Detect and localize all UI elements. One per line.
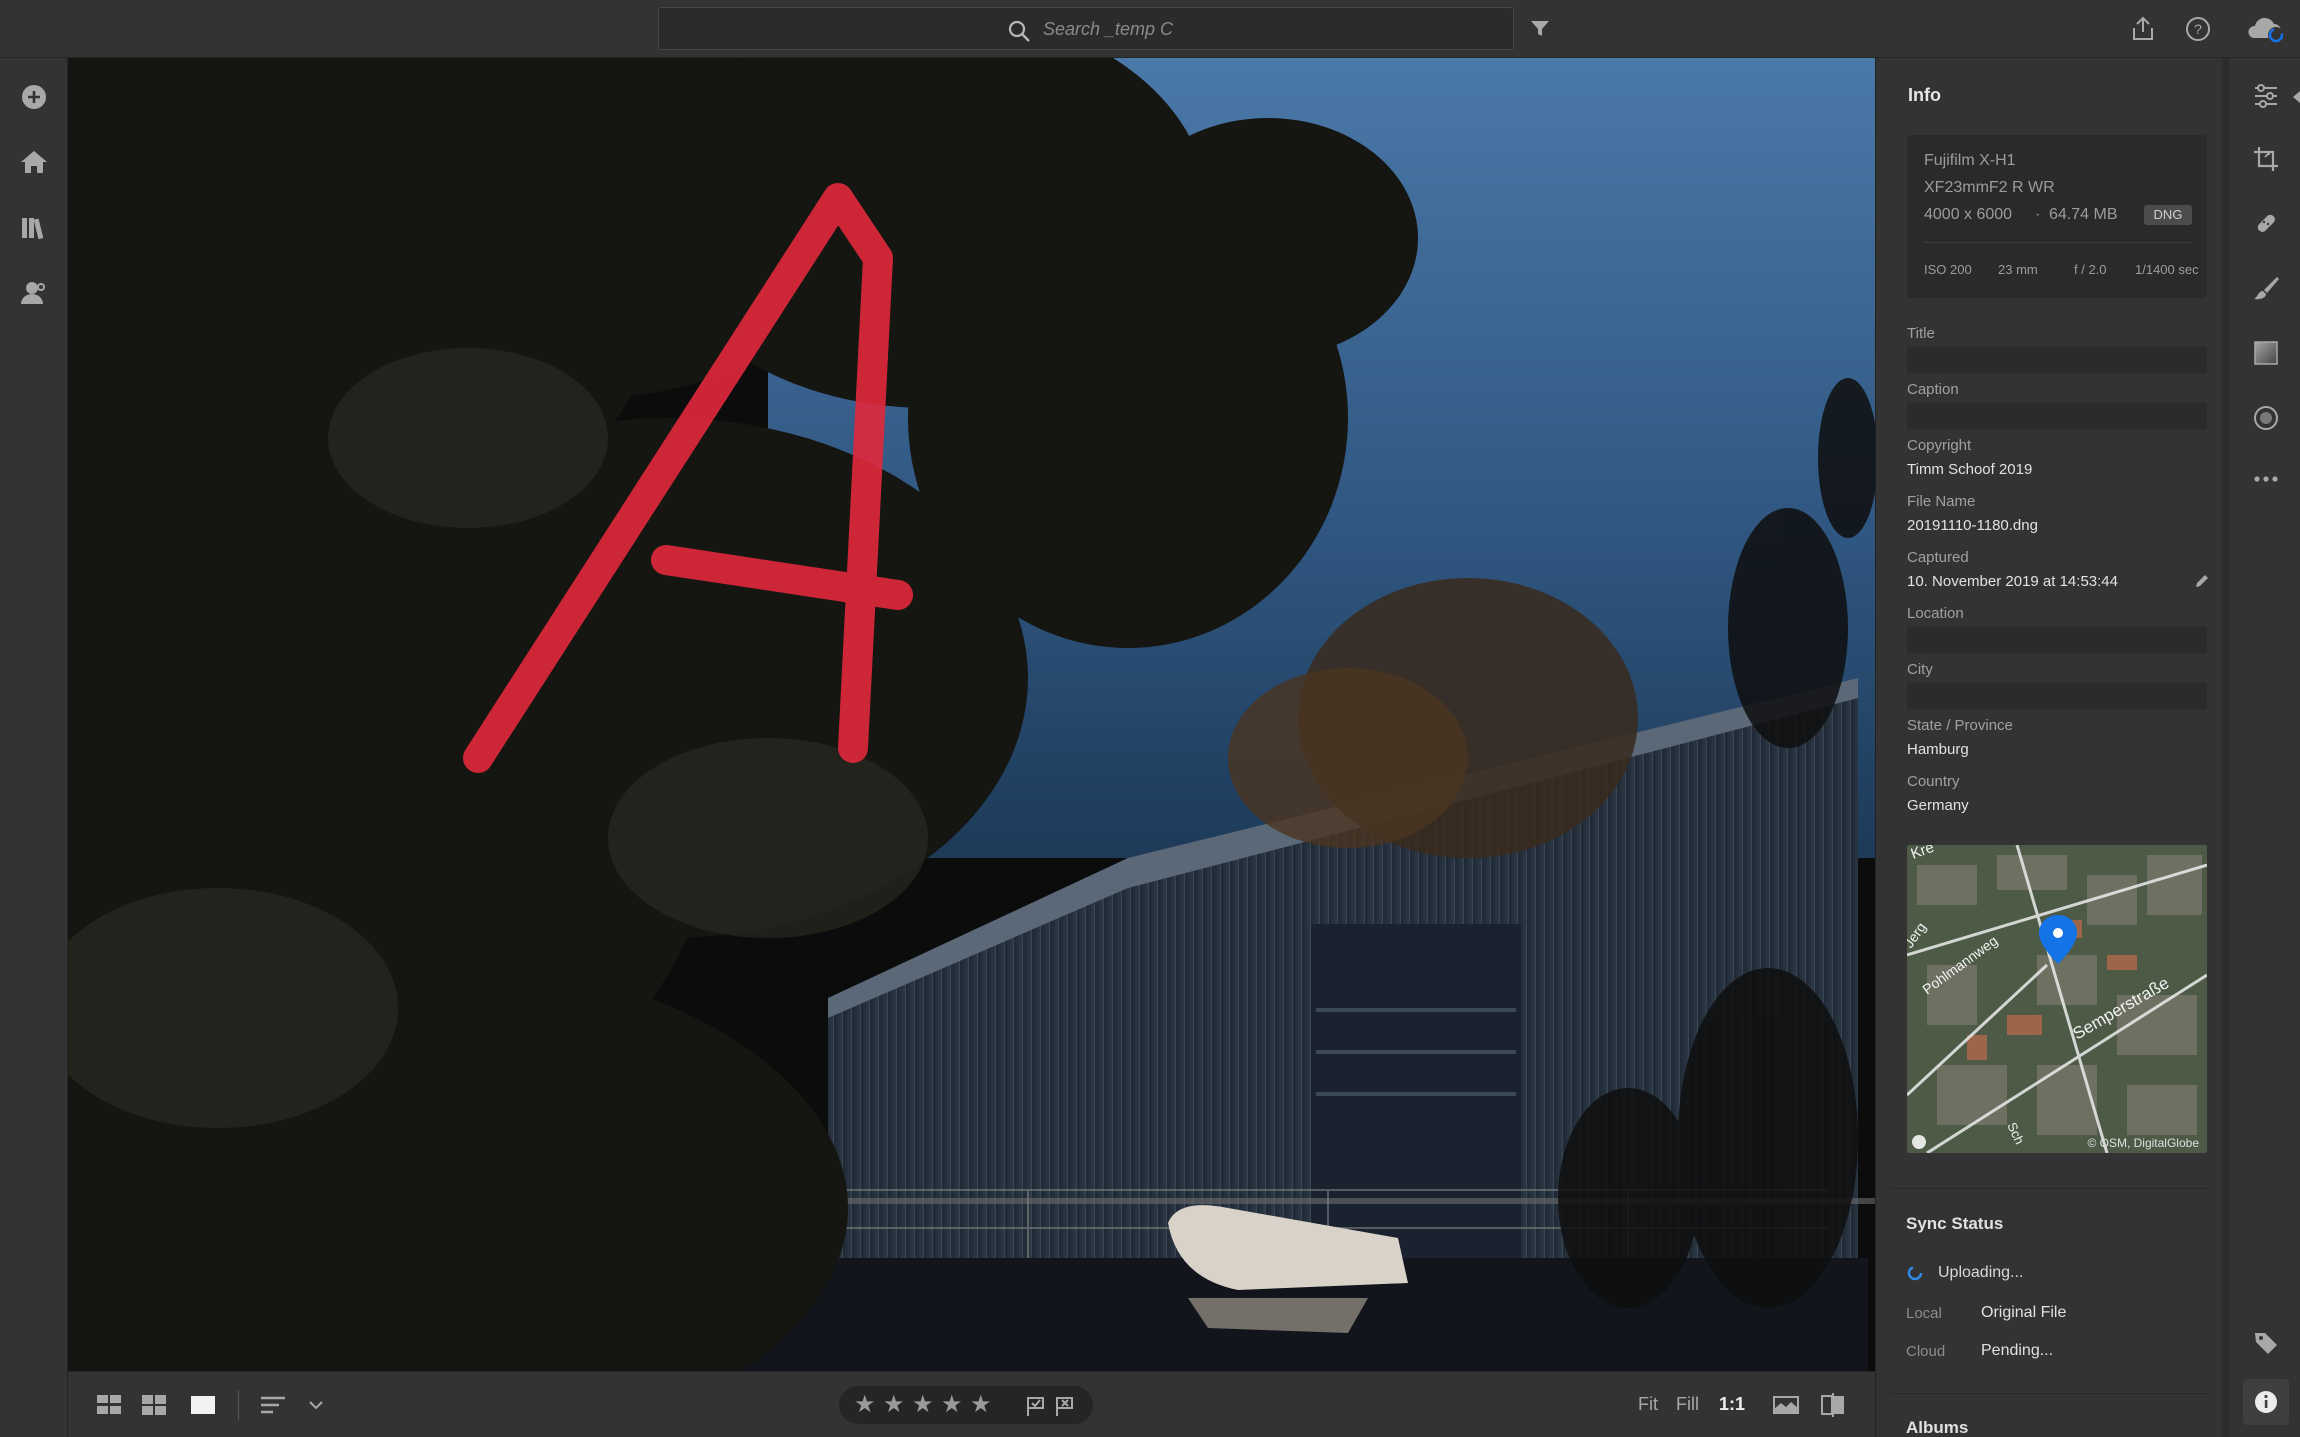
info-tab-active[interactable] — [2243, 1379, 2289, 1425]
photo-grid-icon[interactable] — [140, 1391, 168, 1419]
captured-value: 10. November 2019 at 14:53:44 — [1907, 573, 2118, 590]
more-icon[interactable] — [2250, 463, 2282, 495]
sync-status-title: Sync Status — [1906, 1214, 2004, 1233]
add-photos-icon[interactable] — [18, 81, 50, 113]
shutter-speed: 1/1400 sec — [2135, 262, 2199, 277]
before-after-icon[interactable] — [1771, 1391, 1801, 1419]
country-value[interactable]: Germany — [1907, 797, 1969, 814]
sync-status-text: Uploading... — [1938, 1264, 2024, 1281]
brush-icon[interactable] — [2250, 272, 2282, 304]
card-divider — [1924, 242, 2192, 243]
search-input[interactable] — [1043, 16, 1463, 42]
aperture-value: f / 2.0 — [2074, 262, 2107, 277]
format-badge: DNG — [2144, 205, 2192, 225]
country-label: Country — [1907, 773, 1960, 790]
share-icon[interactable] — [2128, 14, 2158, 44]
filename-label: File Name — [1907, 493, 1976, 510]
toolbar-divider — [238, 1390, 239, 1420]
title-label: Title — [1907, 325, 1935, 342]
state-value[interactable]: Hamburg — [1907, 741, 1969, 758]
linear-gradient-icon[interactable] — [2250, 337, 2282, 369]
healing-icon[interactable] — [2250, 207, 2282, 239]
rating-and-flags: ★ ★ ★ ★ ★ — [839, 1386, 1093, 1424]
map-attribution: © OSM, DigitalGlobe — [2087, 1136, 2199, 1150]
lens-model: XF23mmF2 R WR — [1924, 179, 2055, 196]
edit-pencil-icon[interactable] — [2193, 572, 2211, 595]
panel-title: Info — [1908, 85, 1941, 105]
city-field[interactable] — [1907, 683, 2207, 709]
section-divider — [1891, 1188, 2211, 1189]
focal-length: 23 mm — [1998, 262, 2038, 277]
bottom-toolbar: ★ ★ ★ ★ ★ Fit Fill 1:1 — [68, 1371, 1875, 1437]
star-3[interactable]: ★ — [912, 1393, 934, 1417]
home-icon[interactable] — [18, 146, 50, 178]
left-rail — [0, 58, 68, 1437]
captured-label: Captured — [1907, 549, 1969, 566]
cloud-sync-icon[interactable] — [2246, 14, 2286, 44]
zoom-1to1-button[interactable]: 1:1 — [1719, 1394, 1745, 1415]
right-rail — [2228, 58, 2300, 1437]
help-icon[interactable]: ? — [2183, 14, 2213, 44]
detail-view-icon[interactable] — [189, 1391, 217, 1419]
star-1[interactable]: ★ — [854, 1393, 876, 1417]
star-5[interactable]: ★ — [970, 1393, 992, 1417]
zoom-fit-button[interactable]: Fit — [1638, 1394, 1658, 1415]
chevron-down-icon[interactable] — [306, 1391, 326, 1419]
location-label: Location — [1907, 605, 1964, 622]
filename-value: 20191110-1180.dng — [1907, 517, 2038, 534]
caption-label: Caption — [1907, 381, 1959, 398]
pick-flag-icon[interactable] — [1025, 1395, 1047, 1422]
copyright-value[interactable]: Timm Schoof 2019 — [1907, 461, 2032, 478]
iso-value: ISO 200 — [1924, 262, 1972, 277]
section-divider — [1891, 1393, 2211, 1394]
city-label: City — [1907, 661, 1933, 678]
info-icon — [2255, 1391, 2277, 1413]
radial-gradient-icon[interactable] — [2250, 402, 2282, 434]
edit-sliders-icon[interactable] — [2250, 80, 2282, 112]
separator-dot: · — [2035, 206, 2041, 223]
star-2[interactable]: ★ — [883, 1393, 905, 1417]
image-dimensions: 4000 x 6000 — [1924, 206, 2013, 223]
top-bar: ? — [0, 0, 2300, 58]
people-icon[interactable] — [18, 277, 50, 309]
star-4[interactable]: ★ — [941, 1393, 963, 1417]
local-value: Original File — [1981, 1304, 2067, 1321]
compare-icon[interactable] — [1818, 1391, 1848, 1419]
cloud-label: Cloud — [1906, 1343, 1946, 1360]
crop-icon[interactable] — [2250, 143, 2282, 175]
location-field[interactable] — [1907, 627, 2207, 653]
camera-info-card: Fujifilm X-H1 XF23mmF2 R WR 4000 x 6000 … — [1907, 135, 2207, 298]
search-box[interactable] — [658, 7, 1514, 50]
camera-model: Fujifilm X-H1 — [1924, 152, 2016, 169]
zoom-fill-button[interactable]: Fill — [1676, 1394, 1699, 1415]
photo-image — [68, 58, 1875, 1371]
state-label: State / Province — [1907, 717, 2013, 734]
local-label: Local — [1906, 1305, 1942, 1322]
copyright-label: Copyright — [1907, 437, 1972, 454]
location-map[interactable]: Kre Jerg Pohlmannweg Semperstraße Sch © … — [1907, 845, 2207, 1153]
search-icon — [1008, 20, 1030, 42]
square-grid-icon[interactable] — [95, 1391, 123, 1419]
info-panel: Info Fujifilm X-H1 XF23mmF2 R WR 4000 x … — [1875, 58, 2225, 1437]
albums-title[interactable]: Albums — [1906, 1418, 1968, 1437]
svg-text:?: ? — [2194, 21, 2202, 37]
map-info-icon[interactable] — [1912, 1135, 1926, 1149]
reject-flag-icon[interactable] — [1054, 1395, 1076, 1422]
filter-icon[interactable] — [1525, 14, 1555, 44]
sort-icon[interactable] — [258, 1391, 288, 1419]
caption-field[interactable] — [1907, 403, 2207, 429]
photo-canvas[interactable] — [68, 58, 1875, 1371]
keyword-tag-icon[interactable] — [2250, 1327, 2282, 1359]
cloud-value: Pending... — [1981, 1342, 2054, 1359]
collapse-arrow-icon[interactable] — [2293, 91, 2300, 103]
uploading-spinner-icon — [1906, 1264, 1924, 1287]
library-icon[interactable] — [18, 212, 50, 244]
file-size: 64.74 MB — [2049, 206, 2118, 223]
title-field[interactable] — [1907, 347, 2207, 373]
